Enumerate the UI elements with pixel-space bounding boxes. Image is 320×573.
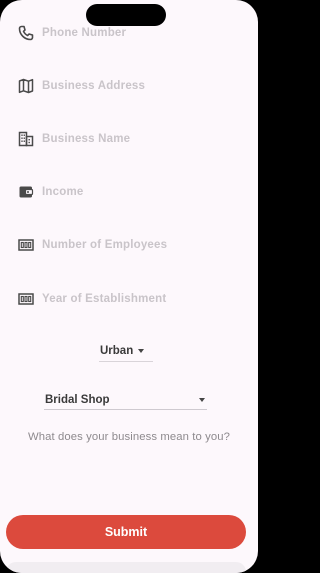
year-of-establishment-placeholder: Year of Establishment bbox=[42, 293, 167, 305]
business-meaning-field[interactable]: What does your business mean to you? bbox=[0, 431, 258, 443]
wallet-icon bbox=[18, 184, 34, 200]
business-type-dropdown-value: Bridal Shop bbox=[45, 394, 110, 406]
income-placeholder: Income bbox=[42, 186, 84, 198]
number-of-employees-placeholder: Number of Employees bbox=[42, 239, 168, 251]
counter-icon bbox=[18, 237, 34, 253]
location-dropdown-underline bbox=[99, 361, 153, 362]
phone-number-placeholder: Phone Number bbox=[42, 27, 127, 39]
location-dropdown[interactable]: Urban bbox=[100, 342, 145, 360]
counter-icon bbox=[18, 291, 34, 307]
business-name-placeholder: Business Name bbox=[42, 133, 131, 145]
year-of-establishment-field[interactable]: Year of Establishment bbox=[18, 287, 240, 311]
location-dropdown-value: Urban bbox=[100, 345, 134, 357]
number-of-employees-field[interactable]: Number of Employees bbox=[18, 233, 240, 257]
caret-down-icon bbox=[199, 398, 205, 402]
caret-down-icon bbox=[138, 349, 145, 353]
map-icon bbox=[18, 78, 34, 94]
phone-number-field[interactable]: Phone Number bbox=[18, 21, 240, 45]
business-type-dropdown-underline bbox=[44, 409, 207, 410]
business-type-dropdown[interactable]: Bridal Shop bbox=[45, 391, 205, 409]
business-address-placeholder: Business Address bbox=[42, 80, 146, 92]
business-address-field[interactable]: Business Address bbox=[18, 74, 240, 98]
business-name-field[interactable]: Business Name bbox=[18, 127, 240, 151]
building-icon bbox=[18, 131, 34, 147]
phone-icon bbox=[18, 25, 34, 41]
income-field[interactable]: Income bbox=[18, 180, 240, 204]
submit-button[interactable]: Submit bbox=[6, 515, 246, 549]
bottom-sheet-edge bbox=[6, 562, 246, 573]
app-screen: Phone Number Business Address Business N… bbox=[0, 0, 258, 573]
